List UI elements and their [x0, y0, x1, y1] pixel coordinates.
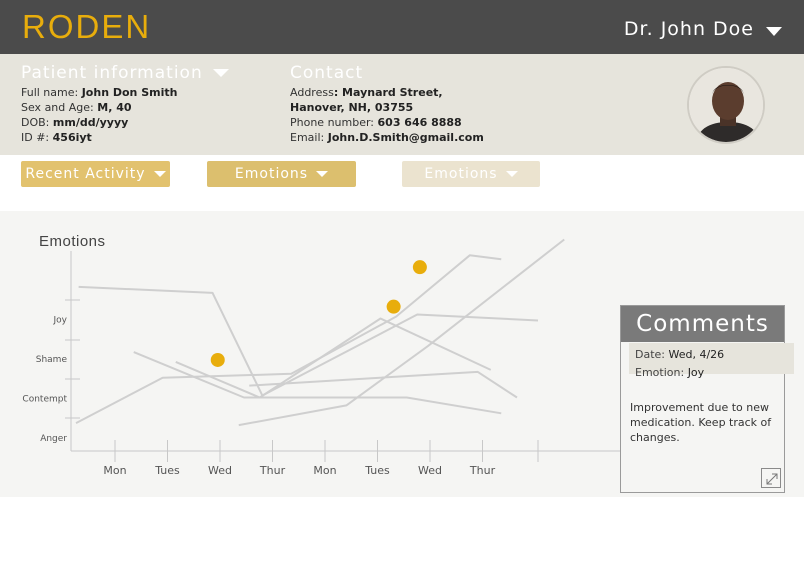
- contact-title: Contact: [290, 63, 364, 83]
- chevron-down-icon: [316, 171, 329, 177]
- recent-activity-label: Recent Activity: [25, 166, 146, 182]
- patient-info-title: Patient information: [21, 63, 203, 83]
- id-label: ID #:: [21, 131, 50, 144]
- phone-value: 603 646 8888: [377, 116, 462, 129]
- user-menu[interactable]: Dr. John Doe: [624, 18, 782, 40]
- app-header: RODEN Dr. John Doe: [0, 0, 804, 54]
- chevron-down-icon: [153, 171, 166, 177]
- y-tick-label: Shame: [36, 355, 68, 365]
- chart-title: Emotions: [39, 233, 106, 250]
- dob-label: DOB:: [21, 116, 50, 129]
- phone-row: Phone number: 603 646 8888: [290, 115, 484, 130]
- app-logo: RODEN: [22, 8, 152, 45]
- dob-value: mm/dd/yyyy: [52, 116, 129, 129]
- full-name-row: Full name: John Don Smith: [21, 85, 177, 100]
- highlight-point-3: [386, 299, 401, 314]
- comment-emotion-row: Emotion: Joy: [635, 366, 704, 379]
- x-tick-label: Thur: [259, 464, 286, 477]
- chevron-down-icon: [766, 26, 782, 36]
- user-name: Dr. John Doe: [623, 18, 754, 40]
- y-tick-label: Joy: [53, 316, 68, 326]
- patient-info-bar: Patient information Full name: John Don …: [0, 54, 804, 155]
- address-row-2: Hanover, NH, 03755: [290, 100, 484, 115]
- email-row: Email: John.D.Smith@gmail.com: [290, 130, 484, 145]
- address-row: Address: Maynard Street,: [290, 85, 484, 100]
- id-value: 456iyt: [52, 131, 92, 144]
- chevron-down-icon: [212, 69, 229, 77]
- emotions-dropdown[interactable]: Emotions: [207, 161, 356, 187]
- x-tick-label: Tues: [364, 464, 390, 477]
- sex-age-value: M, 40: [97, 101, 132, 114]
- full-name-label: Full name:: [21, 86, 79, 99]
- emotions-label: Emotions: [234, 166, 309, 182]
- comments-panel: Comments Date: Wed, 4/26 Emotion: Joy Im…: [620, 305, 794, 493]
- patient-photo: [689, 68, 763, 142]
- x-tick-label: Mon: [103, 464, 126, 477]
- comment-text: Improvement due to new medication. Keep …: [630, 401, 772, 444]
- address-line1: : Maynard Street,: [333, 86, 443, 99]
- comment-emotion: Joy: [687, 366, 705, 379]
- series-line-6: [249, 370, 518, 399]
- comment-emotion-label: Emotion:: [635, 366, 685, 379]
- patient-info-toggle[interactable]: Patient information: [21, 63, 229, 83]
- highlight-point-1: [210, 352, 225, 367]
- x-tick-label: Tues: [154, 464, 180, 477]
- address-line2: Hanover, NH, 03755: [290, 101, 414, 114]
- x-tick-label: Thur: [469, 464, 496, 477]
- dob-row: DOB: mm/dd/yyyy: [21, 115, 177, 130]
- comment-date-label: Date:: [635, 348, 665, 361]
- sex-age-row: Sex and Age: M, 40: [21, 100, 177, 115]
- expand-icon: [766, 473, 778, 485]
- expand-button[interactable]: [761, 468, 781, 488]
- comment-date-row: Date: Wed, 4/26: [635, 348, 724, 361]
- email-value: John.D.Smith@gmail.com: [327, 131, 484, 144]
- patient-avatar: [687, 66, 765, 144]
- contact-details: Address: Maynard Street, Hanover, NH, 03…: [290, 85, 484, 145]
- emotions-label-secondary: Emotions: [424, 166, 498, 182]
- series-line-2: [133, 351, 502, 415]
- x-tick-label: Mon: [313, 464, 336, 477]
- email-label: Email:: [290, 131, 325, 144]
- sex-age-label: Sex and Age:: [21, 101, 94, 114]
- emotions-dropdown-secondary[interactable]: Emotions: [402, 161, 540, 187]
- comments-title: Comments: [621, 306, 784, 342]
- x-tick-label: Wed: [418, 464, 442, 477]
- patient-details: Full name: John Don Smith Sex and Age: M…: [21, 85, 177, 145]
- phone-label: Phone number:: [290, 116, 375, 129]
- id-row: ID #: 456iyt: [21, 130, 177, 145]
- x-tick-label: Wed: [208, 464, 232, 477]
- y-tick-label: Anger: [40, 434, 67, 444]
- address-label: Address: [290, 86, 334, 99]
- highlight-point-2: [412, 260, 427, 275]
- recent-activity-dropdown[interactable]: Recent Activity: [21, 161, 170, 187]
- full-name-value: John Don Smith: [81, 86, 178, 99]
- y-tick-label: Contempt: [22, 395, 67, 405]
- chevron-down-icon: [505, 171, 518, 177]
- comment-date: Wed, 4/26: [668, 348, 725, 361]
- series-line-1: [78, 285, 539, 397]
